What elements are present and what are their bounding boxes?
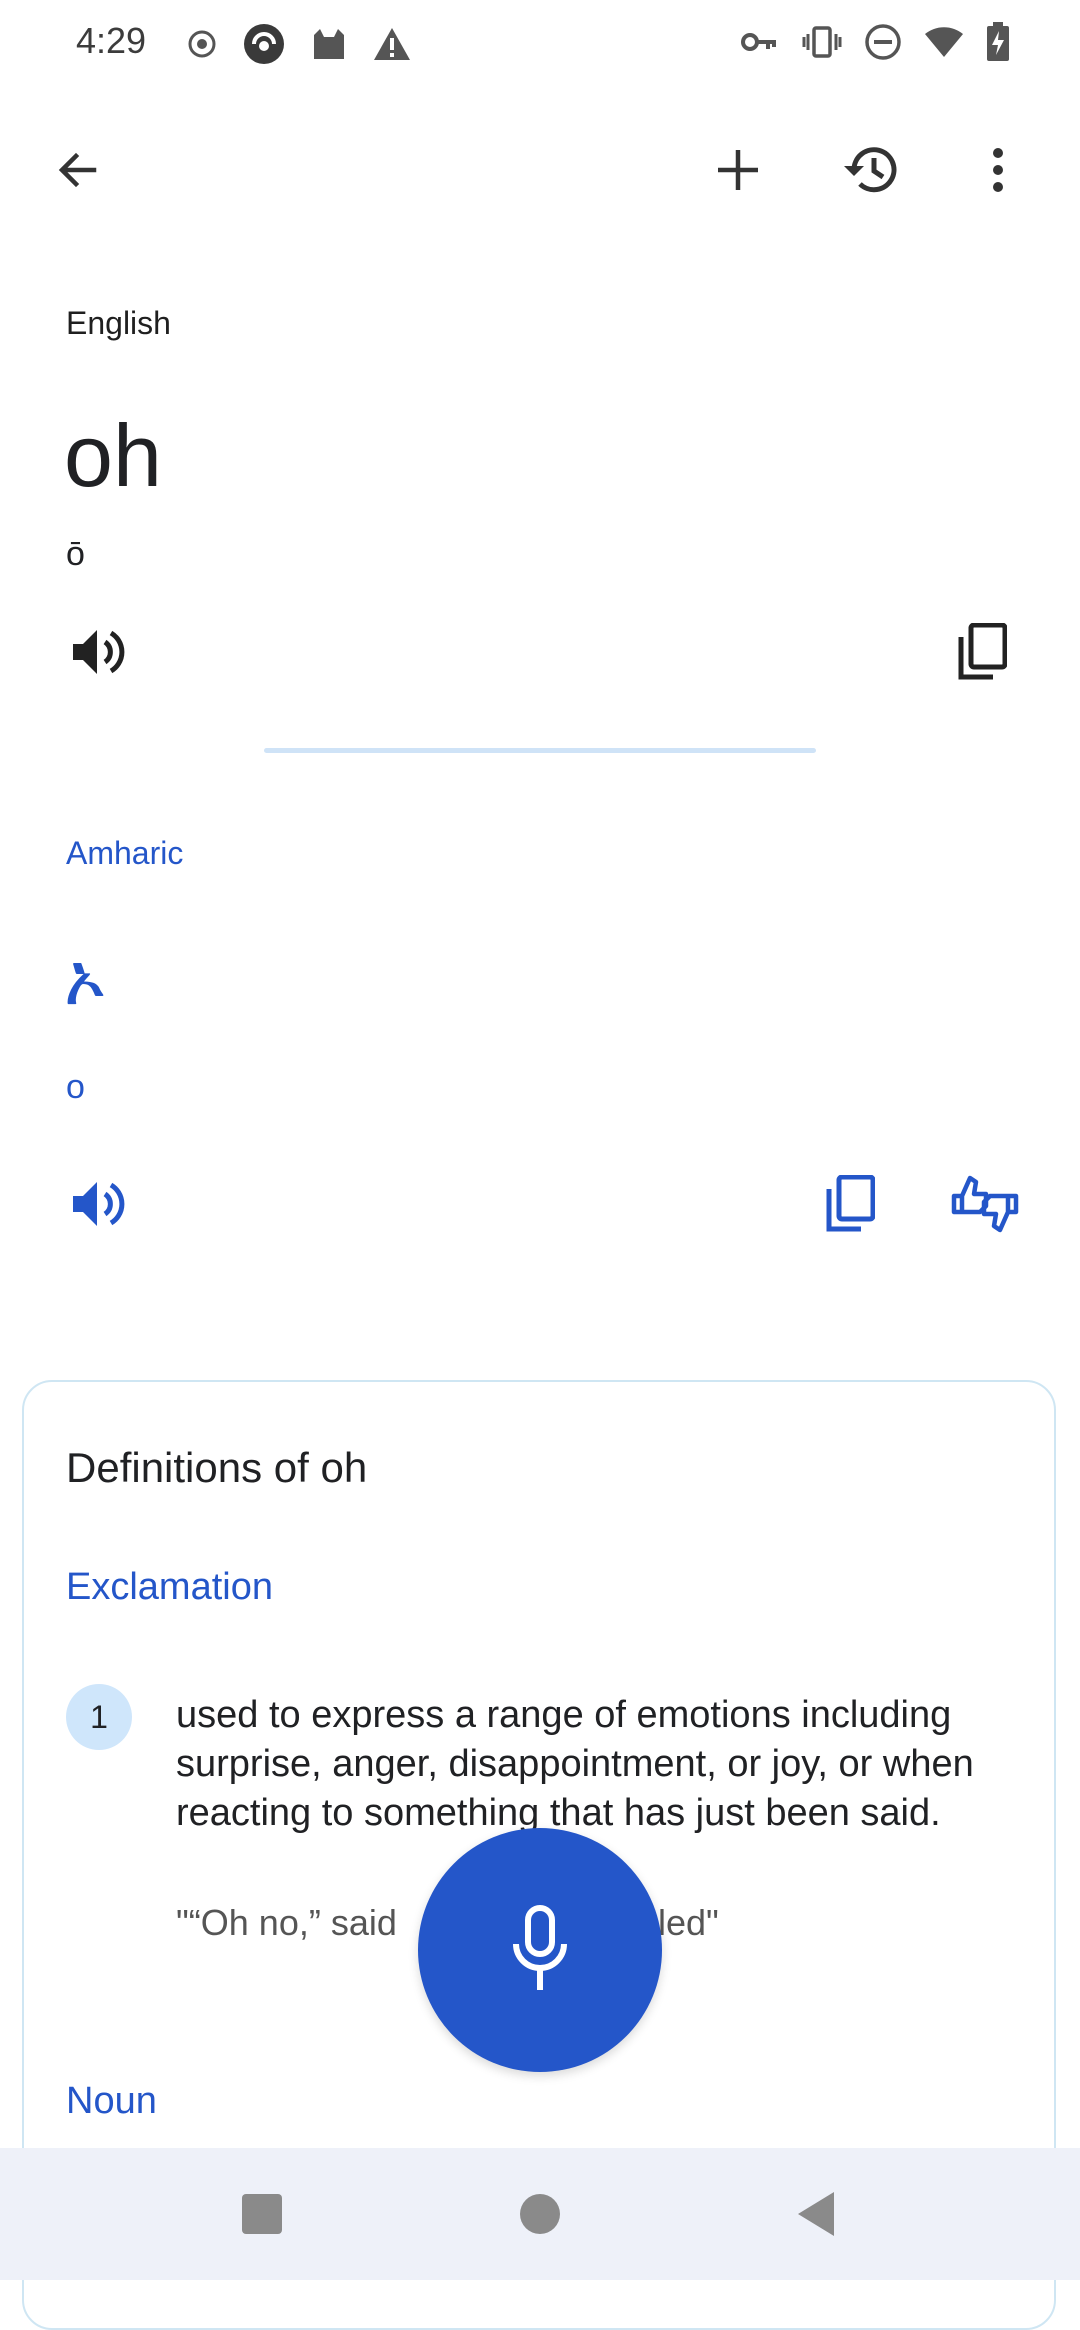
circle-icon <box>518 2192 562 2236</box>
source-text: oh <box>64 406 162 505</box>
back-arrow-icon <box>54 146 102 194</box>
status-right-icons <box>740 22 1010 62</box>
wifi-icon <box>924 25 964 59</box>
definitions-title: Definitions of oh <box>66 1444 368 1491</box>
status-left-icons <box>186 22 412 66</box>
plus-icon <box>714 146 762 194</box>
target-listen-button[interactable] <box>62 1168 134 1240</box>
status-time: 4:29 <box>76 20 147 61</box>
voice-input-button[interactable] <box>418 1828 662 2072</box>
part-of-speech-noun: Noun <box>66 2080 157 2122</box>
cat-icon <box>310 25 348 63</box>
definition-example-end: led" <box>658 1902 719 1943</box>
square-icon <box>240 2192 284 2236</box>
part-of-speech-exclamation: Exclamation <box>66 1566 273 1608</box>
target-language-label: Amharic <box>66 835 184 871</box>
speaker-icon <box>69 626 127 678</box>
definition-example-start: "“Oh no,” said <box>176 1902 397 1943</box>
target-transliteration: o <box>66 1068 85 1106</box>
target-copy-button[interactable] <box>814 1168 886 1240</box>
dnd-icon <box>864 23 902 61</box>
source-copy-button[interactable] <box>946 616 1018 688</box>
speaker-icon <box>69 1178 127 1230</box>
vibrate-icon <box>802 24 842 60</box>
definition-text: used to express a range of emotions incl… <box>176 1694 974 1834</box>
battery-charging-icon <box>986 22 1010 62</box>
more-options-button[interactable] <box>950 122 1046 218</box>
recents-button[interactable] <box>240 2192 284 2236</box>
history-button[interactable] <box>822 122 918 218</box>
warning-icon <box>372 26 412 62</box>
new-translation-button[interactable] <box>690 122 786 218</box>
copy-icon <box>957 623 1007 681</box>
source-listen-button[interactable] <box>62 616 134 688</box>
key-icon <box>740 27 780 57</box>
thumbs-up-down-icon <box>950 1172 1020 1236</box>
source-transliteration: ō <box>66 535 85 573</box>
back-nav-button[interactable] <box>794 2190 838 2238</box>
rate-translation-button[interactable] <box>946 1168 1024 1240</box>
target-text: ኦ <box>64 940 107 1020</box>
definition-number-badge: 1 <box>66 1684 132 1750</box>
record-icon <box>186 28 218 60</box>
home-button[interactable] <box>518 2192 562 2236</box>
back-button[interactable] <box>30 122 126 218</box>
source-language-label: English <box>66 305 171 341</box>
section-divider <box>264 748 816 753</box>
copy-icon <box>825 1175 875 1233</box>
more-vert-icon <box>990 147 1006 193</box>
history-icon <box>840 142 900 198</box>
microphone-icon <box>508 1904 572 1996</box>
triangle-back-icon <box>794 2190 838 2238</box>
vpn-app-icon <box>242 22 286 66</box>
